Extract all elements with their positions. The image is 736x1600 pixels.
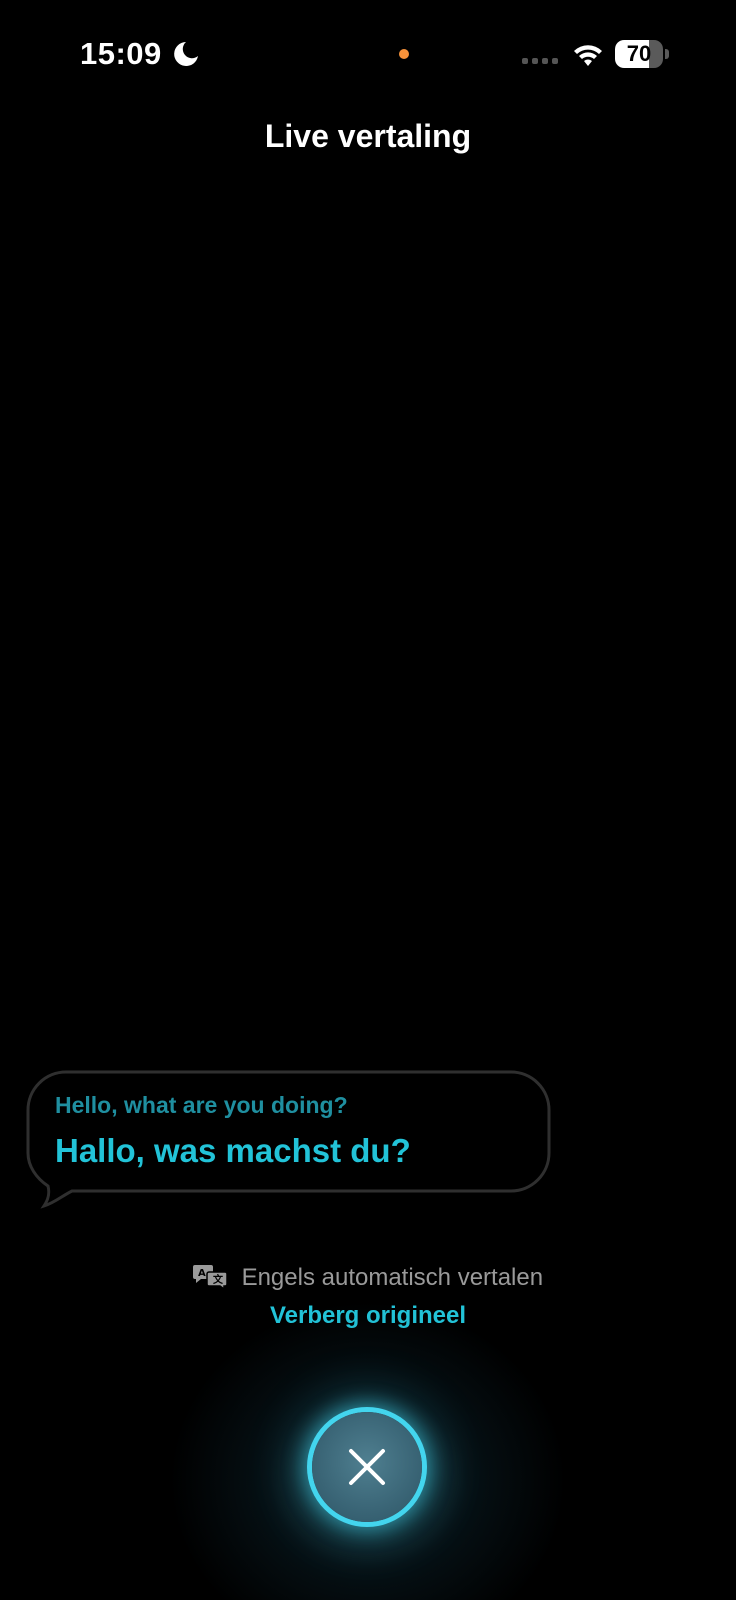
microphone-indicator-icon [399,49,409,59]
close-icon [349,1449,385,1485]
status-time: 15:09 [80,36,162,71]
close-button[interactable] [312,1412,422,1522]
translate-icon: A 文 [192,1265,227,1289]
translation-bubble: Hello, what are you doing? Hallo, was ma… [26,1070,551,1209]
svg-text:A: A [198,1268,206,1279]
auto-translate-setting[interactable]: A 文 Engels automatisch vertalen [0,1263,736,1292]
original-text: Hello, what are you doing? [55,1092,348,1118]
auto-translate-label: Engels automatisch vertalen [241,1264,544,1291]
status-bar: 15:09 70 [0,0,736,100]
signal-icon [522,58,558,64]
wifi-icon [574,45,602,66]
battery-icon: 70 [615,40,669,68]
svg-text:文: 文 [213,1273,224,1286]
translated-text: Hallo, was machst du? [55,1132,411,1169]
page-title: Live vertaling [264,118,472,154]
battery-percent: 70 [626,41,652,66]
moon-icon [174,42,198,66]
